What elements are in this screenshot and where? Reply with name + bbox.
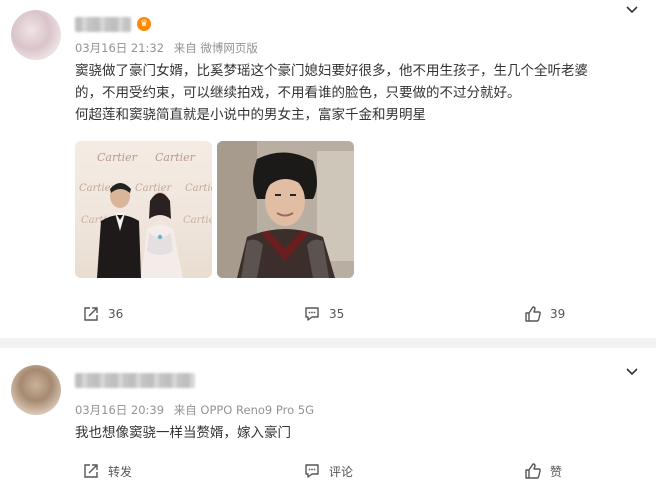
- like-icon: [525, 463, 541, 479]
- watermark-text: Cartier: [185, 183, 212, 194]
- repost-button[interactable]: 36: [82, 304, 123, 324]
- post-meta: 03月16日 21:32 来自 微博网页版: [75, 40, 264, 56]
- post-date[interactable]: 03月16日 20:39: [75, 403, 164, 417]
- like-button[interactable]: 赞: [524, 461, 562, 481]
- post-text-line: 窦骁做了豪门女婿，比奚梦瑶这个豪门媳妇要好很多，他不用生孩子，生几个全听老婆: [75, 63, 588, 79]
- username-blurred[interactable]: [75, 373, 195, 388]
- post-meta: 03月16日 20:39 来自 OPPO Reno9 Pro 5G: [75, 402, 320, 418]
- like-button[interactable]: 39: [524, 304, 565, 324]
- post-image[interactable]: Cartier Cartier Cartier Cartier Cartier …: [75, 141, 212, 278]
- chevron-down-icon[interactable]: [624, 2, 640, 18]
- post-text-line: 的，不用受约束，可以继续拍戏，不用看谁的脸色，只要做的不过分就好。: [75, 85, 521, 101]
- post-text-line: 何超莲和窦骁简直就是小说中的男女主，富家千金和男明星: [75, 107, 426, 123]
- repost-button[interactable]: 转发: [82, 461, 132, 481]
- comment-label: 评论: [329, 464, 354, 479]
- post-divider: [0, 338, 656, 348]
- watermark-text: Cartier: [97, 151, 138, 164]
- like-count: 39: [550, 307, 566, 321]
- post-text-line: 我也想像窦骁一样当赘婿，嫁入豪门: [75, 425, 291, 441]
- watermark-text: Cartier: [155, 151, 196, 164]
- repost-icon: [84, 307, 98, 321]
- like-label: 赞: [550, 464, 563, 479]
- repost-count: 36: [108, 307, 124, 321]
- weibo-post: ♛ 03月16日 21:32 来自 微博网页版 窦骁做了豪门女婿，比奚梦瑶这个豪…: [0, 0, 656, 338]
- chevron-down-icon[interactable]: [624, 364, 640, 380]
- post-date[interactable]: 03月16日 21:32: [75, 41, 164, 55]
- post-source: 来自 微博网页版: [173, 41, 258, 55]
- repost-label: 转发: [108, 464, 133, 479]
- comment-icon: [305, 464, 319, 478]
- vip-badge-icon: ♛: [137, 17, 151, 31]
- comment-icon: [305, 307, 319, 321]
- comment-count: 35: [329, 307, 345, 321]
- post-image[interactable]: [217, 141, 354, 278]
- avatar[interactable]: [11, 10, 61, 60]
- watermark-text: Cartier: [183, 215, 212, 226]
- post-source: 来自 OPPO Reno9 Pro 5G: [173, 403, 314, 417]
- like-icon: [525, 306, 541, 322]
- photo-couple-event: Cartier Cartier Cartier Cartier Cartier …: [79, 151, 212, 278]
- photo-costume-actor: [217, 141, 354, 278]
- comment-button[interactable]: 35: [303, 304, 344, 324]
- watermark-text: Cartier: [135, 183, 173, 194]
- post-text: 窦骁做了豪门女婿，比奚梦瑶这个豪门媳妇要好很多，他不用生孩子，生几个全听老婆 的…: [75, 60, 588, 126]
- post-text: 我也想像窦骁一样当赘婿，嫁入豪门: [75, 422, 291, 444]
- avatar[interactable]: [11, 365, 61, 415]
- username-blurred[interactable]: [75, 17, 131, 32]
- comment-button[interactable]: 评论: [303, 461, 353, 481]
- repost-icon: [84, 464, 98, 478]
